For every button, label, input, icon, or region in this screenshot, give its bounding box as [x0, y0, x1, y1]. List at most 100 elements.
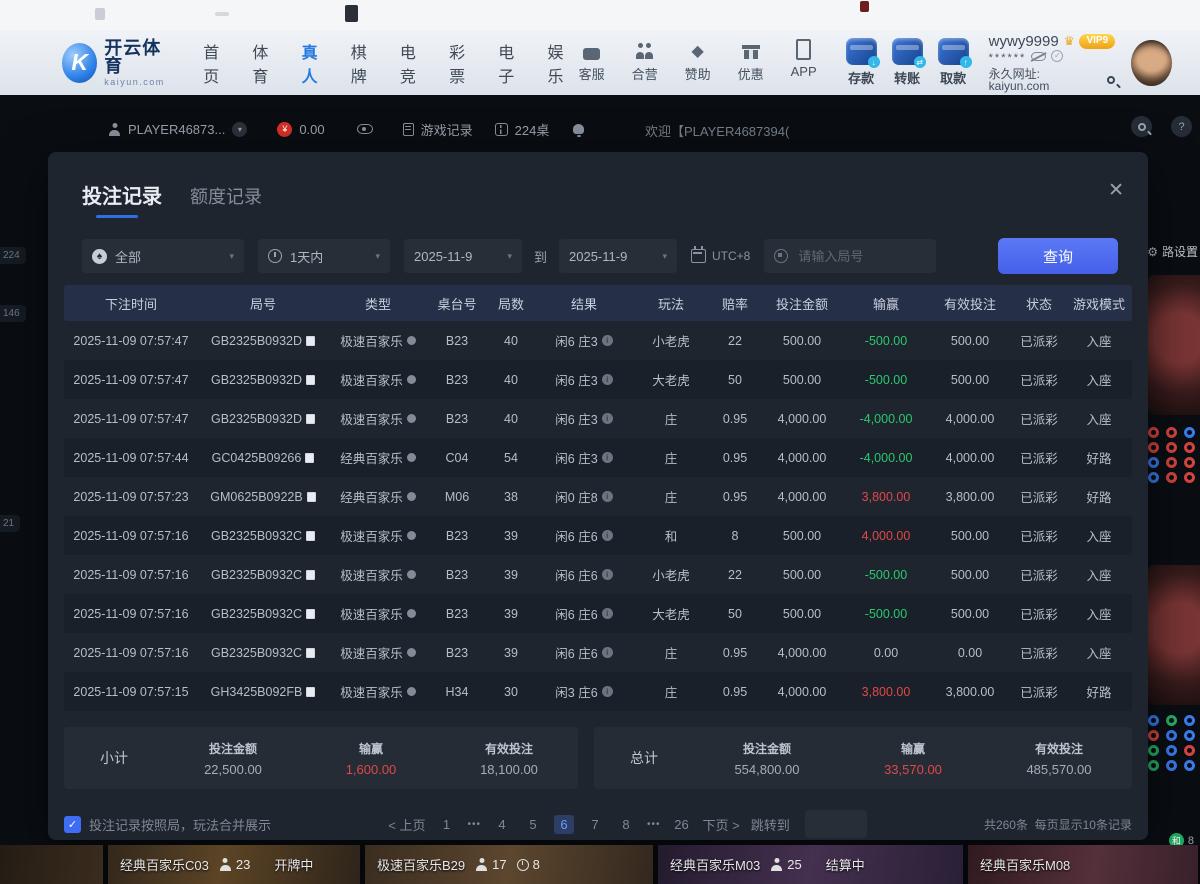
- nav-item-4[interactable]: 电竞: [400, 33, 426, 93]
- result-info-icon[interactable]: i: [602, 647, 613, 658]
- copy-icon[interactable]: [306, 570, 315, 580]
- merge-checkbox[interactable]: ✓: [64, 816, 81, 833]
- partners-link[interactable]: 合营: [627, 42, 663, 83]
- tables-grid-icon: [495, 123, 508, 136]
- avatar[interactable]: [1131, 40, 1172, 86]
- result-info-icon[interactable]: i: [602, 452, 613, 463]
- eye-icon[interactable]: [357, 124, 373, 134]
- bead-blue: [1148, 715, 1159, 726]
- result-info-icon[interactable]: i: [602, 374, 613, 385]
- table-thumbnail-3[interactable]: 经典百家乐M0325结算中: [658, 845, 963, 884]
- result-info-icon[interactable]: i: [602, 569, 613, 580]
- bell-icon[interactable]: [573, 124, 584, 134]
- date-to-dropdown[interactable]: 2025-11-9 ▾: [559, 239, 677, 273]
- table-thumbnail-2[interactable]: 极速百家乐B29178: [365, 845, 653, 884]
- table-thumbnail-1[interactable]: 经典百家乐C0323开牌中: [108, 845, 360, 884]
- page-button-8[interactable]: 8: [616, 817, 636, 832]
- copy-icon[interactable]: [307, 492, 316, 502]
- copy-icon[interactable]: [306, 375, 315, 385]
- nav-item-6[interactable]: 电子: [498, 33, 524, 93]
- page-button-26[interactable]: 26: [671, 817, 691, 832]
- player-selector[interactable]: PLAYER46873... ▾: [108, 122, 247, 137]
- nav-item-3[interactable]: 棋牌: [351, 33, 377, 93]
- chevron-down-icon[interactable]: ▾: [232, 122, 247, 137]
- table-cell: 已派彩: [1012, 643, 1066, 662]
- prev-page-button[interactable]: < 上页: [388, 815, 425, 834]
- help-icon[interactable]: ?: [1171, 116, 1192, 137]
- page-button-7[interactable]: 7: [585, 817, 605, 832]
- nav-item-1[interactable]: 体育: [252, 33, 278, 93]
- result-info-icon[interactable]: i: [602, 608, 613, 619]
- page-button-1[interactable]: 1: [436, 817, 456, 832]
- column-header: 游戏模式: [1066, 294, 1132, 313]
- copy-icon[interactable]: [306, 687, 315, 697]
- game-records-link[interactable]: 游戏记录: [403, 120, 473, 139]
- game-type-dropdown[interactable]: ♠ 全部 ▾: [82, 239, 244, 273]
- result-info-icon[interactable]: i: [602, 686, 613, 697]
- copy-icon[interactable]: [306, 336, 315, 346]
- copy-icon[interactable]: [305, 453, 314, 463]
- search-icon[interactable]: [1107, 76, 1115, 84]
- next-page-button[interactable]: 下页 >: [702, 815, 739, 834]
- copy-icon[interactable]: [306, 414, 315, 424]
- table-cell: -4,000.00: [844, 412, 928, 426]
- result-info-icon[interactable]: i: [602, 335, 613, 346]
- phone-link[interactable]: APP: [786, 42, 822, 83]
- page-button-5[interactable]: 5: [523, 817, 543, 832]
- table-cell: 0.00: [844, 646, 928, 660]
- result-info-icon[interactable]: i: [602, 530, 613, 541]
- round-search-field[interactable]: [764, 239, 936, 273]
- query-button[interactable]: 查询: [998, 238, 1118, 274]
- table-thumbnail-4[interactable]: 经典百家乐M08: [968, 845, 1198, 884]
- masked-password: ******: [989, 53, 1027, 64]
- gift-link[interactable]: 优惠: [733, 42, 769, 83]
- bead-blue: [1148, 457, 1159, 468]
- table-cell: 3,800.00: [928, 685, 1012, 699]
- chat-link[interactable]: 客服: [574, 42, 610, 83]
- permanent-site-label: 永久网址: kaiyun.com: [989, 68, 1104, 92]
- transfer-badge-icon: ⇄: [914, 56, 926, 68]
- deposit-link[interactable]: ↓存款: [846, 38, 877, 87]
- result-info-icon[interactable]: i: [602, 413, 613, 424]
- table-cell: GH3425B092FB: [198, 685, 328, 699]
- nav-item-0[interactable]: 首页: [203, 33, 229, 93]
- withdraw-link[interactable]: ↑取款: [938, 38, 969, 87]
- tab-bet-records[interactable]: 投注记录: [82, 180, 162, 218]
- diamond-link[interactable]: ◆赞助: [680, 42, 716, 83]
- table-name: 极速百家乐B29: [377, 855, 465, 874]
- search-circle-icon[interactable]: [1131, 116, 1152, 137]
- page-button-6[interactable]: 6: [554, 815, 574, 834]
- result-info-icon[interactable]: i: [602, 491, 613, 502]
- date-from-dropdown[interactable]: 2025-11-9 ▾: [404, 239, 522, 273]
- table-cell: 闲3 庄6i: [536, 682, 632, 701]
- copy-icon[interactable]: [306, 648, 315, 658]
- bead-blue: [1184, 760, 1195, 771]
- round-search-input[interactable]: [796, 248, 916, 265]
- verify-circle-icon[interactable]: ✓: [1051, 50, 1063, 62]
- document-icon: [403, 123, 414, 136]
- tab-quota-records[interactable]: 额度记录: [190, 183, 262, 218]
- copy-icon[interactable]: [306, 609, 315, 619]
- site-logo[interactable]: K 开云体育 kaiyun.com: [62, 39, 171, 87]
- table-row: 2025-11-09 07:57:16GB2325B0932C极速百家乐B233…: [64, 633, 1132, 672]
- jump-page-input[interactable]: [805, 810, 867, 838]
- nav-item-2[interactable]: 真人: [302, 33, 328, 93]
- nav-item-7[interactable]: 娱乐: [547, 33, 573, 93]
- calendar-icon[interactable]: [691, 249, 706, 263]
- page-button-4[interactable]: 4: [492, 817, 512, 832]
- dealer-video-thumbnail: [1148, 275, 1200, 415]
- left-edge-badge: 146: [0, 305, 26, 322]
- nav-item-5[interactable]: 彩票: [449, 33, 475, 93]
- eye-off-icon[interactable]: [1031, 52, 1046, 61]
- tables-count-link[interactable]: 224桌: [495, 120, 550, 139]
- quick-link-label: 优惠: [738, 64, 764, 83]
- transfer-link[interactable]: ⇄转账: [892, 38, 923, 87]
- table-cell: 39: [486, 529, 536, 543]
- close-icon[interactable]: ✕: [1102, 178, 1130, 203]
- left-edge-badge: 224: [0, 247, 26, 264]
- table-cell: 500.00: [928, 373, 1012, 387]
- road-settings-button[interactable]: ⚙ 路设置: [1147, 243, 1198, 260]
- time-range-dropdown[interactable]: 1天内 ▾: [258, 239, 390, 273]
- player-bar: PLAYER46873... ▾ ¥ 0.00 游戏记录 224桌 欢迎【PLA…: [0, 110, 1200, 148]
- copy-icon[interactable]: [306, 531, 315, 541]
